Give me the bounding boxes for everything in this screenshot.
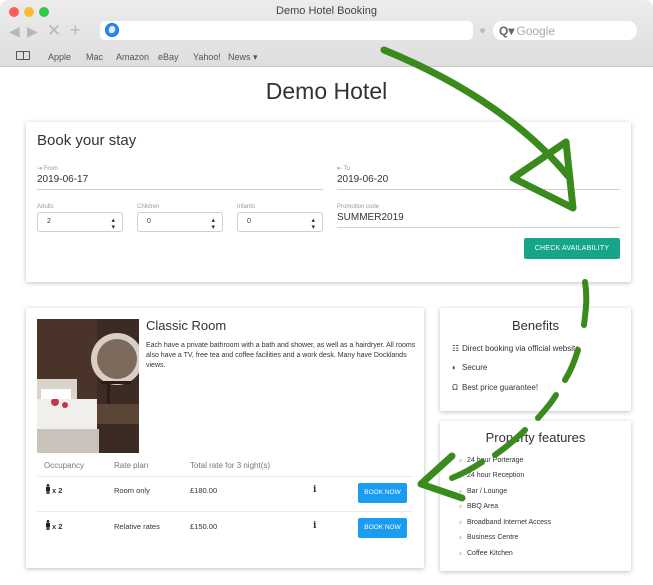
room-photo xyxy=(37,319,139,453)
sign-out-icon: ⇤ xyxy=(337,166,343,172)
bookmark-yahoo[interactable]: Yahoo! xyxy=(193,52,221,62)
room-name: Classic Room xyxy=(146,318,227,333)
promo-code-field[interactable]: Promotion code SUMMER2019 xyxy=(337,204,620,228)
occupancy-value: x 2 xyxy=(52,486,63,495)
from-value: 2019-06-17 xyxy=(37,174,323,190)
booking-form: Book your stay ⇥ From 2019-06-17 ⇤ To 20… xyxy=(26,122,631,282)
back-icon[interactable]: ◀ xyxy=(9,23,20,40)
infants-value: 0 xyxy=(247,218,251,225)
globe-icon xyxy=(105,23,119,37)
promo-label: Promotion code xyxy=(337,204,380,210)
property-features-card: Property features 24 hour Porterage 24 h… xyxy=(440,421,631,571)
award-icon: Ω xyxy=(452,383,458,392)
sign-in-icon: ⇥ xyxy=(37,166,43,172)
address-bar[interactable] xyxy=(100,21,473,40)
adults-value: 2 xyxy=(47,218,51,225)
benefit-item: Ω Best price guarantee! xyxy=(452,383,538,392)
person-icon xyxy=(46,484,50,494)
feature-item: 24 hour Porterage xyxy=(459,456,524,465)
adults-label: Adults xyxy=(37,204,54,210)
column-total-rate: Total rate for 3 night(s) xyxy=(190,461,271,470)
from-label: From xyxy=(43,166,58,172)
bookmarks-book-icon[interactable] xyxy=(16,51,30,60)
adults-select[interactable]: 2 ▴ ▾ xyxy=(37,212,123,232)
infants-select[interactable]: 0 ▴ ▾ xyxy=(237,212,323,232)
price-value: £180.00 xyxy=(190,486,218,495)
bookmarks-bar: Apple Mac Amazon eBay Yahoo! News ▾ xyxy=(0,48,653,66)
price-value: £150.00 xyxy=(190,522,218,531)
plus-icon[interactable]: + xyxy=(70,20,81,41)
feature-item: BBQ Area xyxy=(459,502,498,511)
from-date-field[interactable]: ⇥ From 2019-06-17 xyxy=(37,165,323,190)
occupancy-value: x 2 xyxy=(52,522,63,531)
promo-value: SUMMER2019 xyxy=(337,212,620,228)
features-title: Property features xyxy=(485,430,586,445)
search-icon: Q▾ xyxy=(499,24,515,38)
select-arrows-icon: ▴ ▾ xyxy=(211,217,215,231)
page-title: Demo Hotel xyxy=(265,78,388,104)
rate-plan-value: Relative rates xyxy=(114,522,160,531)
benefit-text: Direct booking via official website xyxy=(462,344,580,353)
search-placeholder: Google xyxy=(516,24,556,38)
book-now-button[interactable]: BOOK NOW xyxy=(358,483,407,503)
person-icon xyxy=(46,520,50,530)
feature-item: Broadband Internet Access xyxy=(459,518,551,527)
bookmark-ebay[interactable]: eBay xyxy=(158,52,179,62)
feature-item: Bar / Lounge xyxy=(459,487,507,496)
close-icon[interactable]: ✕ xyxy=(47,21,61,41)
forward-icon[interactable]: ▶ xyxy=(27,23,38,40)
browser-toolbar: Demo Hotel Booking ◀ ▶ ✕ + Q▾ Google Appl… xyxy=(0,0,653,67)
benefit-text: Best price guarantee! xyxy=(462,383,539,392)
search-input[interactable]: Q▾ Google xyxy=(493,21,637,40)
room-card: Classic Room Each have a private bathroo… xyxy=(26,308,424,568)
feature-item: Coffee Kitchen xyxy=(459,549,513,558)
children-label: Children xyxy=(137,204,160,210)
divider xyxy=(37,511,413,512)
to-label: To xyxy=(343,166,350,172)
booking-heading: Book your stay xyxy=(37,132,137,149)
children-value: 0 xyxy=(147,218,151,225)
rate-plan-value: Room only xyxy=(114,486,150,495)
feature-item: Business Centre xyxy=(459,533,518,542)
bookmark-news[interactable]: News ▾ xyxy=(228,52,258,63)
close-window-button[interactable] xyxy=(9,7,19,17)
column-occupancy: Occupancy xyxy=(44,461,85,470)
window-title: Demo Hotel Booking xyxy=(276,5,377,17)
bookmark-mac[interactable]: Mac xyxy=(86,52,103,62)
bookmark-apple[interactable]: Apple xyxy=(48,52,71,62)
benefits-title: Benefits xyxy=(512,318,559,333)
bookmark-amazon[interactable]: Amazon xyxy=(116,52,149,62)
children-select[interactable]: 0 ▴ ▾ xyxy=(137,212,223,232)
benefit-text: Secure xyxy=(462,363,488,372)
minimize-window-button[interactable] xyxy=(24,7,34,17)
zoom-window-button[interactable] xyxy=(39,7,49,17)
select-arrows-icon: ▴ ▾ xyxy=(111,217,115,231)
to-date-field[interactable]: ⇤ To 2019-06-20 xyxy=(337,165,620,190)
benefit-item: ☷ Direct booking via official website xyxy=(452,344,580,353)
info-icon[interactable]: i xyxy=(313,485,316,495)
benefit-item: ◐ Secure xyxy=(452,363,487,372)
column-rate-plan: Rate plan xyxy=(114,461,149,470)
benefits-card: Benefits ☷ Direct booking via official we… xyxy=(440,308,631,411)
shield-icon: ◐ xyxy=(452,363,457,372)
select-arrows-icon: ▴ ▾ xyxy=(311,217,315,231)
sitemap-icon: ☷ xyxy=(452,344,460,353)
to-value: 2019-06-20 xyxy=(337,174,620,190)
check-availability-button[interactable]: CHECK AVAILABILITY xyxy=(524,238,620,259)
rss-icon xyxy=(480,28,485,33)
infants-label: Infants xyxy=(237,204,256,210)
info-icon[interactable]: i xyxy=(313,521,316,531)
book-now-button[interactable]: BOOK NOW xyxy=(358,518,407,538)
divider xyxy=(37,476,413,477)
feature-item: 24 hour Reception xyxy=(459,471,524,480)
room-description: Each have a private bathroom with a bath… xyxy=(146,342,416,369)
